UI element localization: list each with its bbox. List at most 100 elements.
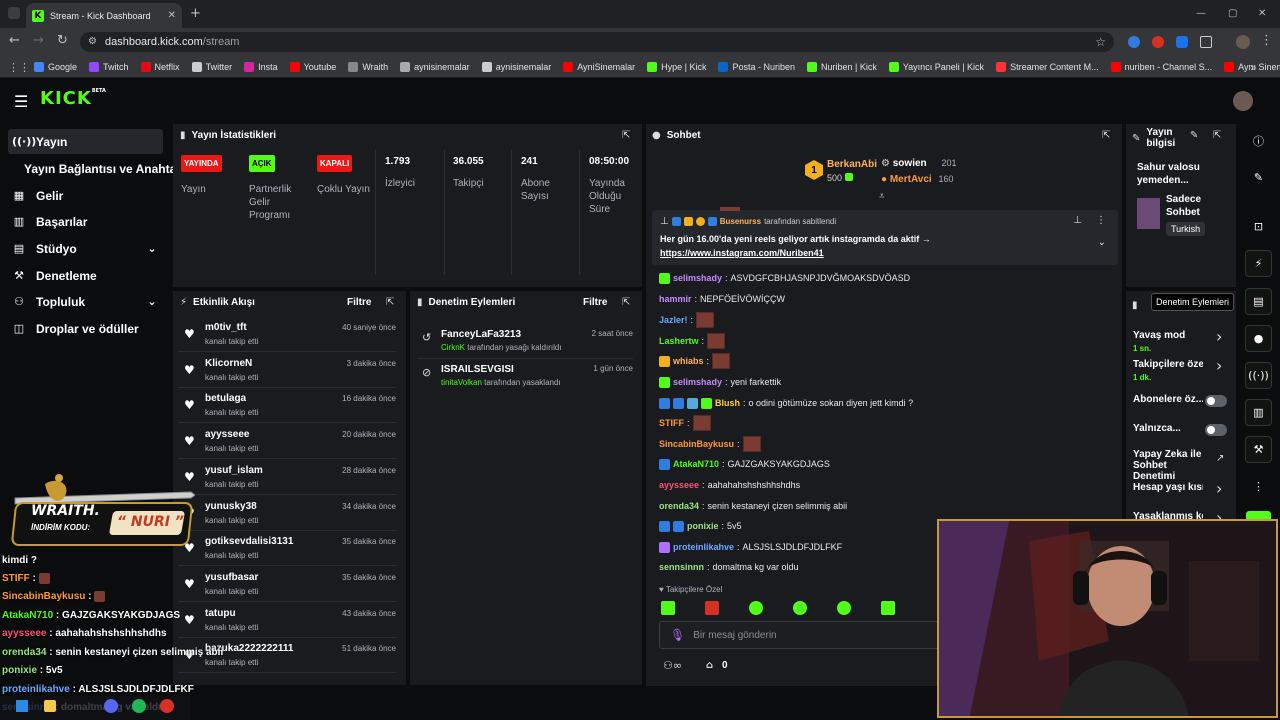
chat-message[interactable]: AtakaN710: GAJZGAKSYAKGDJAGS [659,457,830,471]
chat-username[interactable]: proteinlikahve [673,542,734,552]
chat-message[interactable]: whiabs: [659,353,731,369]
activity-item[interactable]: ♥ ayysseee kanalı takip etti 20 dakika önce [178,424,396,460]
unpin-icon[interactable]: ⊥ [1073,215,1082,226]
bookmark-item[interactable]: Hype | Kick [647,61,706,72]
bookmark-item[interactable]: Posta - Nuriben [718,61,795,72]
chevron-right-icon[interactable]: › [1216,327,1222,346]
chat-username[interactable]: Lashertw [659,336,699,346]
chat-username[interactable]: STIFF [659,418,684,428]
wrench-icon[interactable]: ⚒ [1245,436,1272,463]
bookmark-item[interactable]: aynisinemalar [481,61,551,72]
tab-search-icon[interactable] [8,7,20,19]
popout-icon[interactable]: ⇱ [622,130,630,141]
users-icon[interactable]: ⚇∞ [663,659,682,672]
browser-menu-icon[interactable]: ⋮ [1260,31,1273,51]
file-explorer-icon[interactable] [44,700,56,712]
bookmark-item[interactable]: Google [34,61,77,72]
sidebar-item-studio[interactable]: ▤ Stüdyo ⌄ [8,236,163,261]
popout-icon[interactable]: ⇱ [386,297,394,308]
sidebar-item-stream[interactable]: ((·)) Yayın [8,129,163,154]
app-icon[interactable] [160,699,174,713]
minimize-icon[interactable]: — [1196,4,1206,24]
activity-item[interactable]: ♥ yusufbasar kanalı takip etti 35 dakika ön… [178,567,396,602]
site-info-icon[interactable]: ⚙ [88,32,97,52]
bookmark-item[interactable]: Wraith [348,61,388,72]
more-options-icon[interactable]: ⋮ [1096,215,1106,226]
chat-message[interactable]: proteinlikahve: ALSJSLSJDLDFJDLFKF [659,540,842,554]
chat-username[interactable]: Jazler! [659,315,688,325]
chat-message[interactable]: ayysseee: aahahahshshshhshdhs [659,478,800,492]
bookmark-item[interactable]: Nuriben | Kick [806,61,877,72]
extension-2-icon[interactable] [1152,36,1164,48]
bookmark-item[interactable]: AyniSinemalar [563,61,635,72]
spotify-icon[interactable] [132,699,146,713]
info-icon[interactable]: ⓘ [1245,127,1272,154]
chat-message[interactable]: STIFF: [659,415,711,431]
chevron-down-icon[interactable]: ⌄ [1098,237,1106,248]
bookmark-item[interactable]: Twitter [191,61,232,72]
emote-icon[interactable] [661,601,675,615]
restore-icon[interactable]: ▢ [1228,4,1237,24]
activity-item[interactable]: ♥ m0tiv_tft kanalı takip etti 40 saniye önc… [178,317,396,352]
microphone-icon[interactable]: 🎙 [670,628,685,642]
chat-username[interactable]: whiabs [673,356,704,366]
popout-icon[interactable]: ⇱ [1102,130,1110,141]
toggle-switch[interactable] [1205,424,1227,436]
sidebar-item-community[interactable]: ⚇ Topluluk ⌄ [8,289,163,314]
chat-message[interactable]: Lashertw: [659,333,726,349]
window-close-icon[interactable]: ✕ [1258,4,1266,24]
collapse-leaderboard-icon[interactable]: ⩡ [879,191,885,202]
modlog-item[interactable]: ↺ FanceyLaFa3213 CirknK tarafından yasağ… [417,323,633,359]
pencil-icon[interactable]: ✎ [1245,164,1272,191]
modlog-item[interactable]: ⊘ ISRAILSEVGISI tinitaVolkan tarafından … [417,359,633,395]
sidebar-item-moderation[interactable]: ⚒ Denetleme [8,263,163,288]
document-icon[interactable]: ▤ [1245,288,1272,315]
emote-icon[interactable] [749,601,763,615]
address-bar[interactable]: ⚙ dashboard.kick.com/stream ☆ [80,32,1114,52]
chat-username[interactable]: SincabinBaykusu [659,439,734,449]
activity-item[interactable]: ♥ tatupu kanalı takip etti 43 dakika önce [178,603,396,638]
external-link-icon[interactable]: ↗ [1216,453,1224,464]
chevron-right-icon[interactable]: › [1216,356,1222,375]
all-bookmarks-icon[interactable]: » [1250,58,1257,78]
bookmark-star-icon[interactable]: ☆ [1095,32,1106,52]
chat-username[interactable]: orenda34 [659,501,699,511]
more-options-icon[interactable]: ⋮ [1245,473,1272,500]
bookmark-item[interactable]: Yayıncı Paneli | Kick [888,61,984,72]
chat-message[interactable]: selimshady: ASVDGFCBHJASNPJDVĞMOAKSDVÖASD [659,271,910,285]
chat-message[interactable]: hammir: NEPFÖEİVÖWİÇÇW [659,292,785,306]
bookmark-item[interactable]: Twitch [89,61,129,72]
chat-message[interactable]: sennsinnn: domaltma kg var oldu [659,560,799,574]
chat-message[interactable]: SincabinBaykusu: [659,436,761,452]
mod-action-item[interactable]: Yavaş mod 1 sn. [1133,330,1203,354]
discord-icon[interactable] [104,699,118,713]
extension-1-icon[interactable] [1128,36,1140,48]
activity-filter-button[interactable]: Filtre [347,297,371,308]
layout-icon[interactable]: ▥ [1245,399,1272,426]
mod-action-item[interactable]: Yapay Zeka ile Sohbet Denetimi [1133,449,1203,482]
chat-message[interactable]: Blush: o odini götümüze sokan diyen jett … [659,396,913,410]
chat-message[interactable]: orenda34: senin kestaneyi çizen selimmiş … [659,499,847,513]
capture-icon[interactable]: ⊡ [1245,213,1272,240]
bookmark-item[interactable]: Youtube [289,61,336,72]
chat-message[interactable]: ponixie:5v5 [659,519,742,533]
new-tab-icon[interactable]: + [190,4,201,24]
activity-item[interactable]: ♥ KlicorneN kanalı takip etti 3 dakika önce [178,353,396,388]
chat-message[interactable]: selimshady: yeni farkettik [659,375,781,389]
chat-username[interactable]: ponixie [687,521,719,531]
chat-username[interactable]: hammir [659,294,692,304]
profile-avatar-icon[interactable] [1236,35,1250,49]
bookmark-item[interactable]: Streamer Content M... [996,61,1099,72]
forward-icon[interactable]: → [33,31,44,51]
mod-action-item[interactable]: Takipçilere özel s 1 dk. [1133,359,1203,383]
browser-tab-active[interactable]: K Stream - Kick Dashboard ✕ [26,3,182,28]
mod-action-item[interactable]: Hesap yaşı kısıtla [1133,482,1203,493]
sidebar-item-achievements[interactable]: ▥ Başarılar [8,209,163,234]
chat-username[interactable]: Blush [715,398,740,408]
chat-message[interactable]: Jazler!: [659,312,715,328]
activity-item[interactable]: ♥ yusuf_islam kanalı takip etti 28 dakika ö… [178,460,396,495]
apps-grid-icon[interactable]: ⋮⋮ [8,58,30,78]
sidebar-item-revenue[interactable]: ▦ Gelir [8,183,163,208]
mod-action-item[interactable]: Abonelere öz... [1133,394,1203,405]
modlog-filter-button[interactable]: Filtre [583,297,607,308]
